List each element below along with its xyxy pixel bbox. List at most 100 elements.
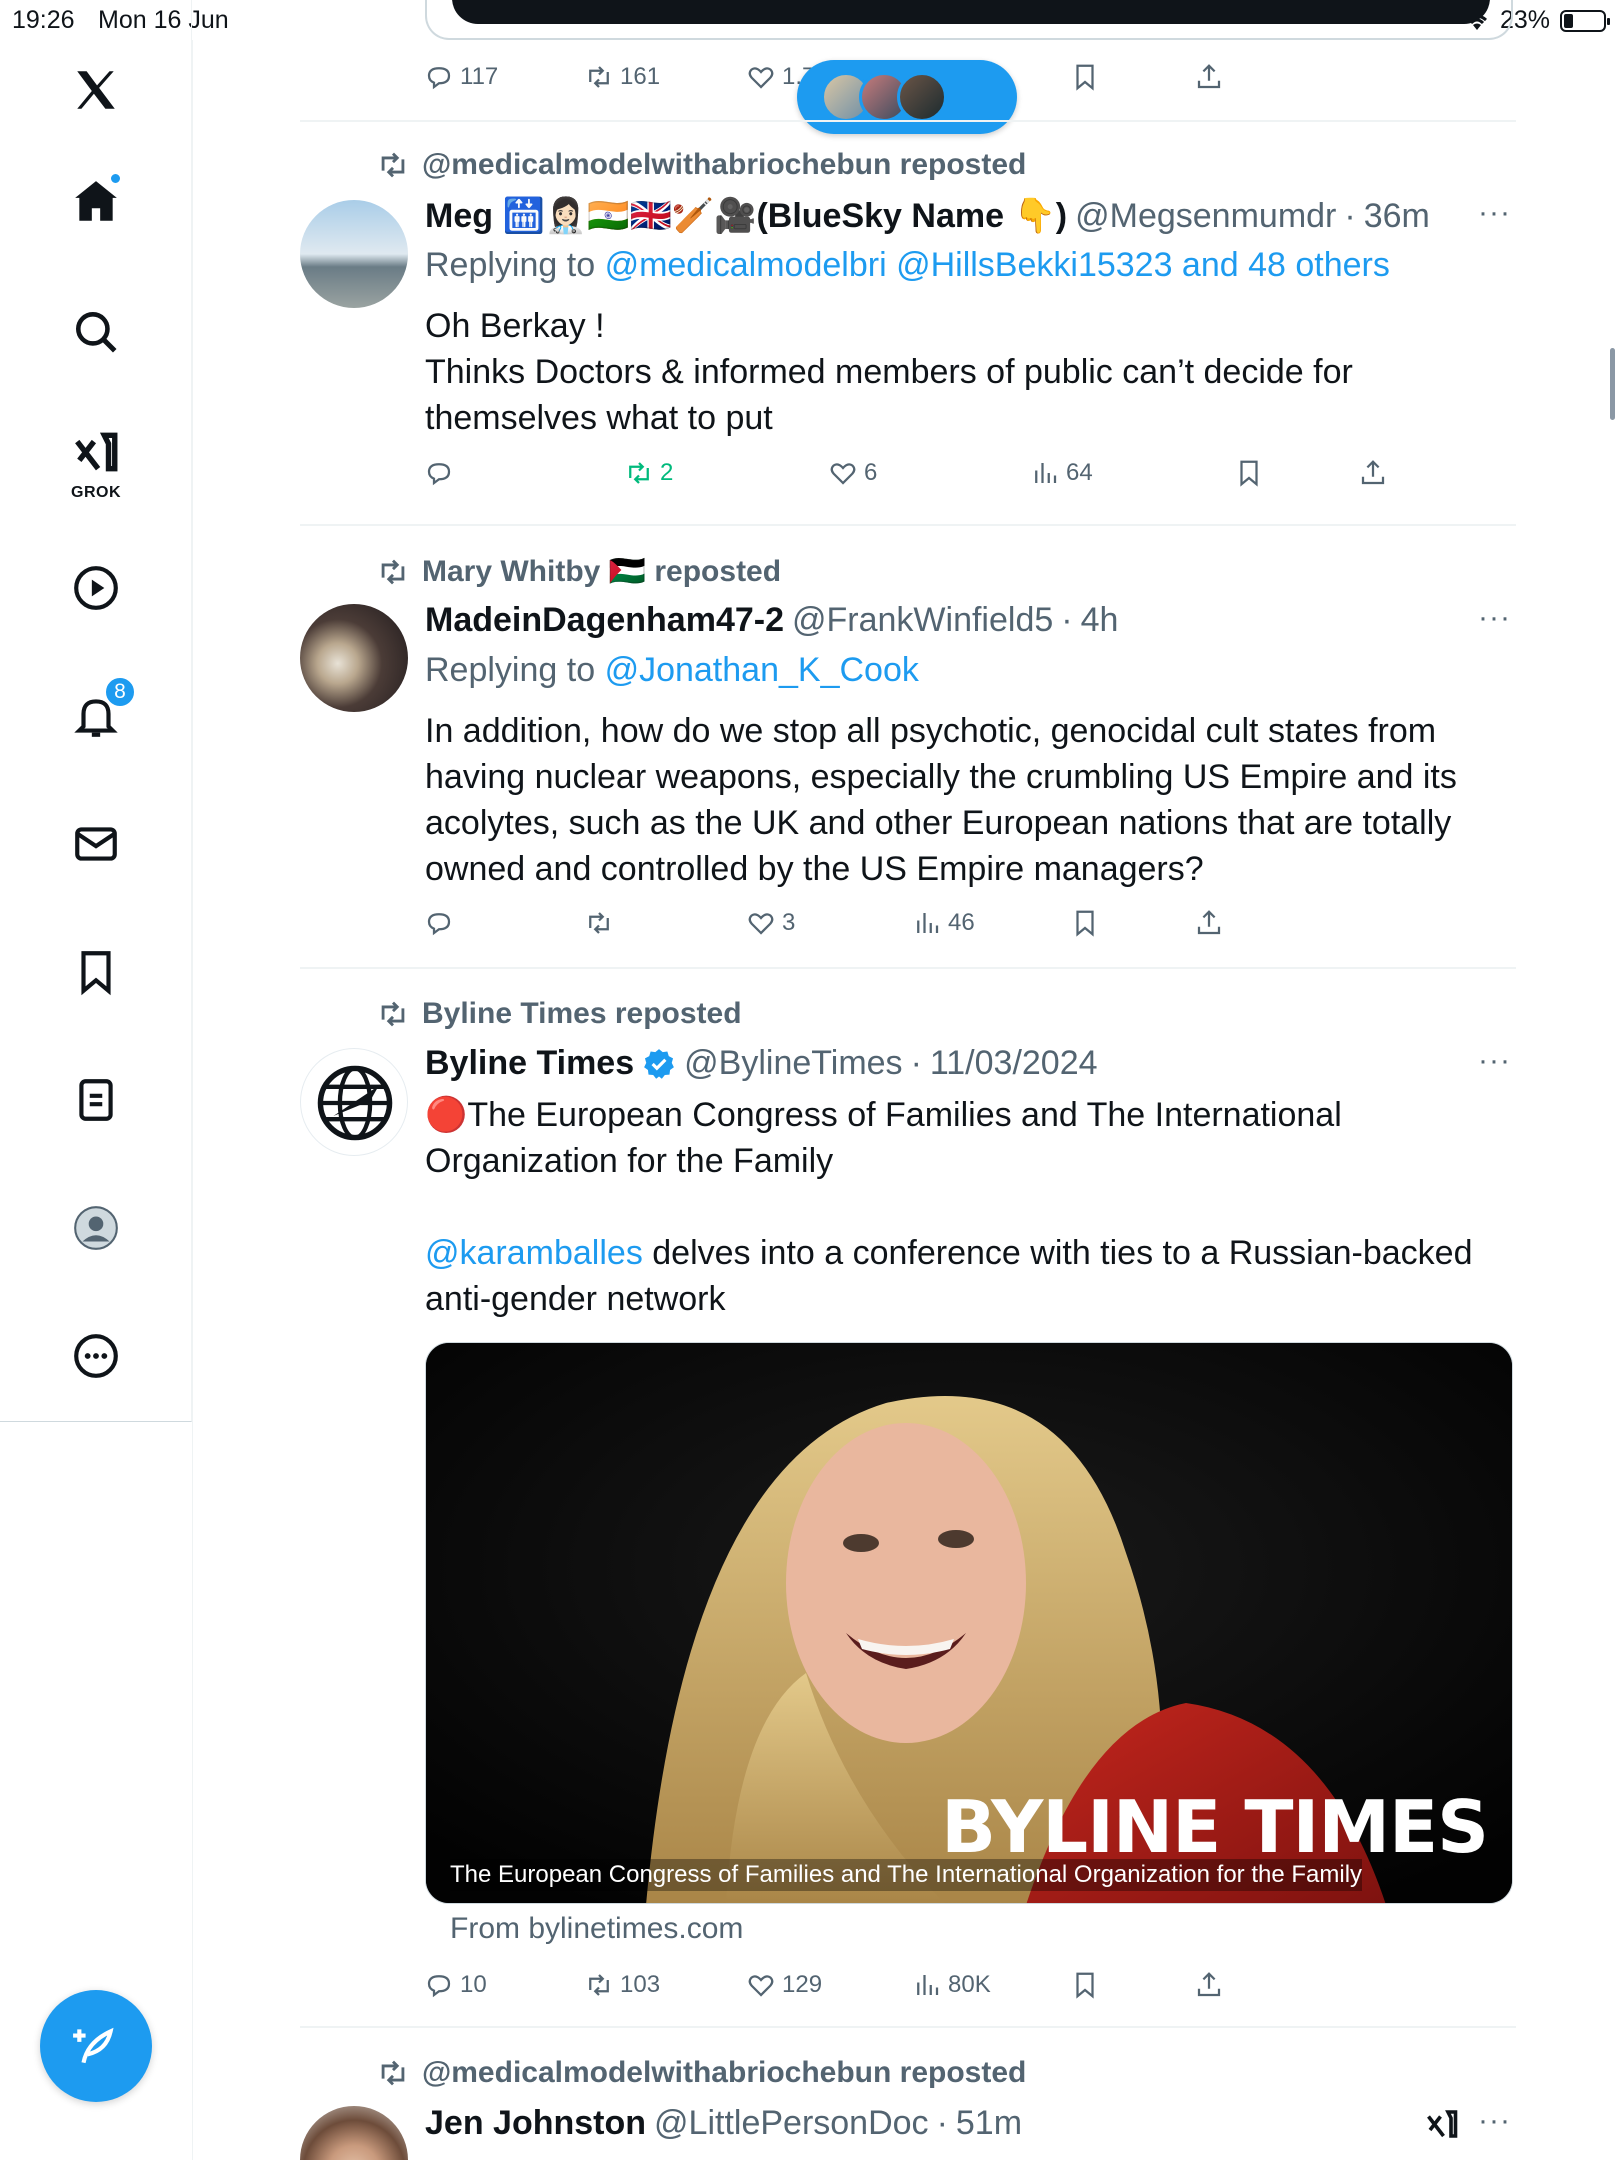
share-icon	[1197, 1972, 1221, 1997]
post-time[interactable]: 4h	[1081, 601, 1119, 640]
like-button[interactable]: 129	[746, 1970, 822, 2000]
profile-avatar-icon	[74, 1206, 118, 1250]
post-time[interactable]: 36m	[1364, 197, 1430, 236]
post-header: Byline Times @BylineTimes · 11/03/2024	[425, 1044, 1098, 1083]
reply-icon	[427, 1975, 451, 1998]
grok-label: GROK	[71, 484, 121, 501]
more-circle-icon	[74, 1334, 118, 1378]
views-button[interactable]: 80K	[912, 1970, 991, 2000]
link-source[interactable]: From bylinetimes.com	[450, 1912, 743, 1946]
bookmark-button[interactable]	[1070, 62, 1100, 92]
repost-button[interactable]	[584, 908, 614, 938]
repost-icon	[381, 1001, 405, 1027]
share-icon	[1197, 64, 1221, 89]
repost-button[interactable]: 161	[584, 62, 660, 92]
share-button[interactable]	[1194, 1970, 1224, 2000]
sidebar-item-messages[interactable]	[56, 804, 136, 884]
more-options-icon[interactable]: ···	[1478, 2104, 1511, 2138]
heart-icon	[748, 913, 774, 935]
author-name[interactable]: Jen Johnston	[425, 2104, 646, 2143]
sidebar-item-video[interactable]	[56, 548, 136, 628]
replying-to: Replying to @medicalmodelbri @HillsBekki…	[425, 246, 1390, 285]
bookmark-button[interactable]	[1070, 1970, 1100, 2000]
sidebar-item-profile[interactable]	[56, 1188, 136, 1268]
share-button[interactable]	[1358, 458, 1388, 488]
author-handle[interactable]: @Megsenmumdr	[1075, 197, 1336, 236]
repost-icon	[589, 66, 609, 88]
sidebar-item-search[interactable]	[56, 292, 136, 372]
sidebar-item-lists[interactable]	[56, 1060, 136, 1140]
replying-to-mentions[interactable]: @medicalmodelbri @HillsBekki15323 and 48…	[605, 246, 1390, 284]
post-text: Oh Berkay ! Thinks Doctors & informed me…	[425, 303, 1505, 441]
sidebar-item-bookmarks[interactable]	[56, 932, 136, 1012]
author-handle[interactable]: @LittlePersonDoc	[654, 2104, 929, 2143]
repost-count: 161	[620, 63, 661, 90]
x-logo-icon[interactable]	[56, 50, 136, 130]
views-button[interactable]: 64	[1030, 458, 1093, 488]
author-handle[interactable]: @FrankWinfield5	[792, 601, 1053, 640]
post-time[interactable]: 11/03/2024	[930, 1044, 1098, 1083]
repost-context-label: Mary Whitby 🇵🇸 reposted	[422, 555, 782, 588]
link-card-image[interactable]: BYLINE TIMES The European Congress of Fa…	[425, 1342, 1513, 1904]
repost-context-label: @medicalmodelwithabriochebun reposted	[422, 2056, 1027, 2089]
bookmark-button[interactable]	[1234, 458, 1264, 488]
share-button[interactable]	[1194, 908, 1224, 938]
scrollbar-thumb[interactable]	[1610, 348, 1615, 420]
reply-button[interactable]	[424, 908, 454, 938]
like-count: 129	[782, 1971, 823, 1998]
reply-button[interactable]: 117	[424, 62, 498, 92]
reply-button[interactable]: 10	[424, 1970, 487, 2000]
view-count: 46	[948, 909, 975, 936]
repost-context[interactable]: @medicalmodelwithabriochebun reposted	[376, 2056, 1026, 2090]
sidebar-item-notifications[interactable]: 8	[56, 676, 136, 756]
search-icon	[76, 312, 117, 353]
dot-separator: ·	[1061, 601, 1073, 639]
views-button[interactable]: 46	[912, 908, 975, 938]
grok-icon[interactable]	[1424, 2106, 1460, 2142]
avatar[interactable]	[300, 200, 408, 308]
repost-icon	[381, 152, 405, 178]
more-options-icon[interactable]: ···	[1478, 601, 1511, 635]
like-count: 6	[864, 459, 878, 486]
share-button[interactable]	[1194, 62, 1224, 92]
avatar[interactable]	[300, 2106, 408, 2160]
author-name[interactable]: MadeinDagenham47-2	[425, 601, 784, 640]
avatar[interactable]	[300, 604, 408, 712]
more-options-icon[interactable]: ···	[1478, 1044, 1511, 1078]
author-name[interactable]: Meg 🛗👩🏻‍⚕️🇮🇳🇬🇧🏏🎥(BlueSky Name 👇)	[425, 196, 1067, 236]
repost-context[interactable]: @medicalmodelwithabriochebun reposted	[376, 148, 1026, 182]
compose-post-button[interactable]	[40, 1990, 152, 2102]
view-count: 64	[1066, 459, 1093, 486]
post-time[interactable]: 51m	[956, 2104, 1022, 2143]
repost-count: 2	[660, 459, 674, 486]
author-handle[interactable]: @BylineTimes	[684, 1044, 902, 1083]
avatar[interactable]	[300, 1048, 408, 1156]
partial-card-dark-bar	[452, 0, 1490, 24]
reply-icon	[427, 913, 451, 936]
sidebar-item-home[interactable]	[56, 162, 136, 242]
repost-context[interactable]: Byline Times reposted	[376, 997, 742, 1031]
like-button[interactable]: 6	[828, 458, 877, 488]
replying-to-mentions[interactable]: @Jonathan_K_Cook	[605, 651, 919, 689]
repost-button[interactable]: 103	[584, 1970, 660, 2000]
author-name[interactable]: Byline Times	[425, 1044, 634, 1083]
bookmark-button[interactable]	[1070, 908, 1100, 938]
new-posts-pill[interactable]: ↑	[797, 60, 1017, 134]
repost-button[interactable]: 2	[624, 458, 673, 488]
more-options-icon[interactable]: ···	[1478, 196, 1511, 230]
reply-icon	[427, 463, 451, 486]
heart-icon	[748, 1975, 774, 1997]
reply-count: 117	[460, 63, 499, 90]
like-button[interactable]: 3	[746, 908, 795, 938]
reply-button[interactable]	[424, 458, 454, 488]
sidebar-item-grok[interactable]: GROK	[56, 418, 136, 504]
post-divider	[300, 120, 1516, 122]
repost-context[interactable]: Mary Whitby 🇵🇸 reposted	[376, 554, 781, 589]
post-header: Meg 🛗👩🏻‍⚕️🇮🇳🇬🇧🏏🎥(BlueSky Name 👇) @Megsen…	[425, 196, 1430, 236]
mention-link[interactable]: @karamballes	[425, 1234, 643, 1272]
sidebar-item-more[interactable]	[56, 1316, 136, 1396]
post-header: Jen Johnston @LittlePersonDoc · 51m	[425, 2104, 1022, 2143]
repost-icon	[589, 1974, 609, 1996]
repost-icon	[589, 912, 609, 934]
